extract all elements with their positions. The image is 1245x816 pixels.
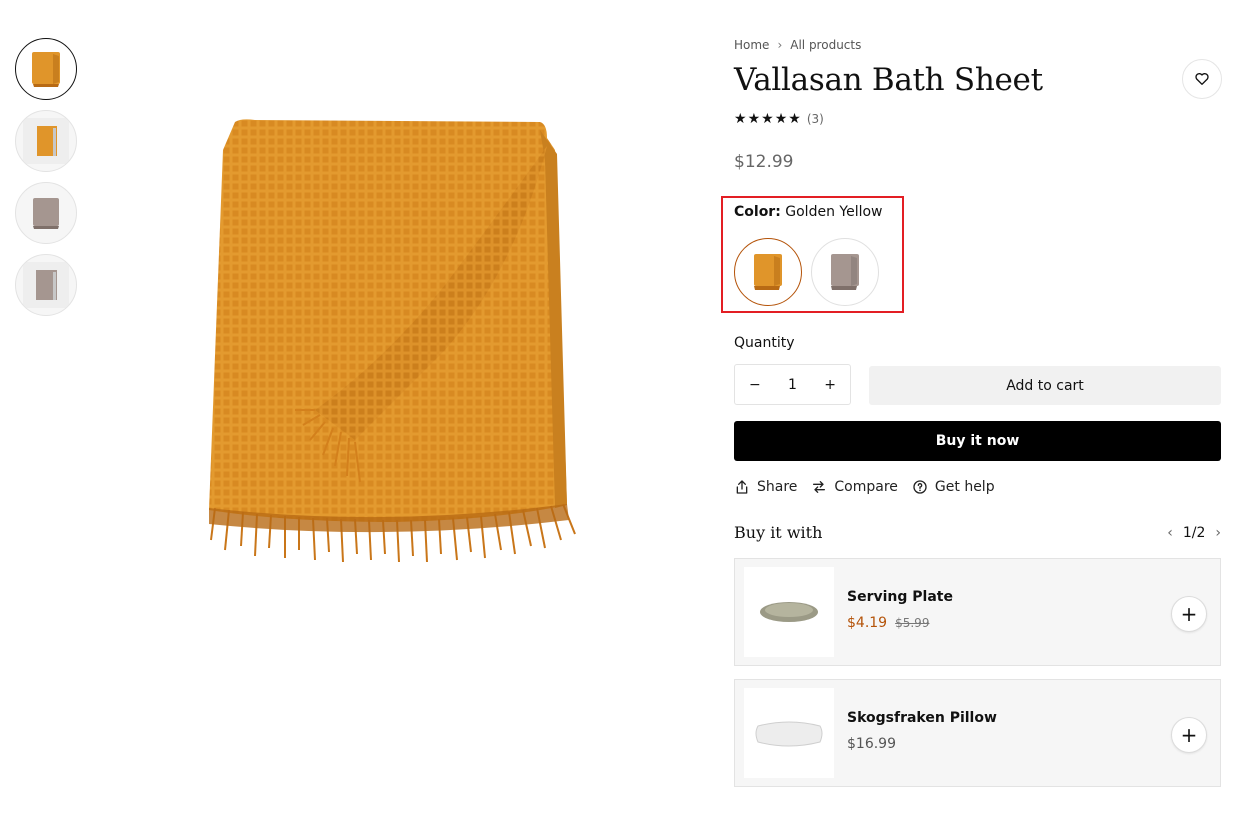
pager-count: 1/2 (1182, 524, 1206, 541)
buy-now-button[interactable]: Buy it now (734, 421, 1221, 461)
main-product-image (195, 110, 605, 570)
product-title: Vallasan Bath Sheet (734, 62, 1043, 98)
plus-icon: + (1180, 723, 1198, 747)
add-serving-plate-button[interactable]: + (1171, 596, 1207, 632)
share-button[interactable]: Share (734, 479, 797, 495)
product-card-price: $16.99 (847, 736, 896, 752)
towel-thumbnail-icon (32, 52, 60, 87)
breadcrumb-home[interactable]: Home (734, 38, 769, 52)
star-icon: ★ (761, 111, 774, 127)
thumbnail-gallery (15, 38, 79, 326)
add-to-cart-button[interactable]: Add to cart (869, 366, 1221, 405)
color-value: Golden Yellow (785, 204, 883, 220)
breadcrumb: Home › All products (734, 38, 1222, 52)
sale-price: $4.19 (847, 615, 888, 631)
buy-it-with-pager: ‹ 1/2 › (1167, 525, 1221, 541)
swatch-golden-yellow[interactable] (734, 238, 802, 306)
star-icon: ★ (774, 111, 788, 127)
chevron-right-icon: › (777, 38, 783, 52)
quantity-stepper: − 1 + (734, 364, 851, 405)
product-card-serving-plate[interactable]: Serving Plate $4.19 $5.99 + (734, 558, 1221, 666)
product-card-prices: $4.19 $5.99 (847, 615, 929, 631)
get-help-button[interactable]: Get help (912, 479, 995, 495)
thumbnail-golden-1[interactable] (15, 38, 77, 100)
star-icon: ★ (747, 111, 761, 127)
color-label: Color: Golden Yellow (734, 204, 883, 220)
breadcrumb-all-products[interactable]: All products (790, 38, 861, 52)
get-help-label: Get help (934, 479, 995, 495)
product-info-panel: Home › All products Vallasan Bath Sheet … (721, 38, 1222, 787)
decrease-quantity-button[interactable]: − (749, 377, 761, 393)
serving-plate-image (744, 567, 834, 657)
color-swatches (734, 238, 879, 306)
wishlist-button[interactable] (1182, 59, 1222, 99)
heart-icon (1195, 73, 1209, 85)
towel-thumbnail-icon (33, 198, 59, 229)
towel-swatch-icon (754, 254, 782, 290)
thumbnail-taupe-1[interactable] (15, 182, 77, 244)
chevron-right-icon[interactable]: › (1215, 525, 1221, 541)
product-actions: Share Compare Get help (734, 479, 995, 495)
compare-label: Compare (834, 479, 898, 495)
add-pillow-button[interactable]: + (1171, 717, 1207, 753)
swatch-taupe[interactable] (811, 238, 879, 306)
compare-icon (813, 481, 826, 493)
towel-swatch-icon (831, 254, 859, 290)
quantity-value[interactable]: 1 (788, 377, 797, 393)
folded-towel-image (209, 119, 576, 563)
product-price: $12.99 (734, 152, 794, 172)
product-card-prices: $16.99 (847, 736, 896, 752)
question-circle-icon (913, 480, 927, 494)
pillow-image (744, 688, 834, 778)
chevron-left-icon[interactable]: ‹ (1167, 525, 1173, 541)
thumbnail-golden-2[interactable] (15, 110, 77, 172)
buy-it-with-title: Buy it with (734, 523, 823, 542)
buy-it-with-header: Buy it with ‹ 1/2 › (734, 523, 1221, 542)
rating[interactable]: ★ ★ ★ ★ ★ (3) (734, 112, 1222, 126)
increase-quantity-button[interactable]: + (824, 377, 836, 393)
star-rating: ★ ★ ★ ★ ★ (734, 112, 801, 126)
product-card-pillow[interactable]: Skogsfraken Pillow $16.99 + (734, 679, 1221, 787)
quantity-label: Quantity (734, 335, 795, 351)
towel-hanging-icon (23, 118, 69, 164)
original-price: $5.99 (895, 616, 930, 630)
plus-icon: + (1180, 602, 1198, 626)
product-card-name: Skogsfraken Pillow (847, 710, 997, 726)
product-card-name: Serving Plate (847, 589, 953, 605)
thumbnail-taupe-2[interactable] (15, 254, 77, 316)
share-label: Share (757, 479, 798, 495)
plate-icon (760, 602, 818, 622)
pillow-icon (755, 721, 823, 747)
towel-hanging-icon (23, 262, 69, 308)
color-label-key: Color: (734, 204, 781, 220)
star-icon: ★ (788, 111, 801, 127)
share-icon (736, 480, 748, 494)
rating-count: (3) (806, 112, 824, 126)
star-icon: ★ (734, 111, 747, 127)
compare-button[interactable]: Compare (811, 479, 898, 495)
